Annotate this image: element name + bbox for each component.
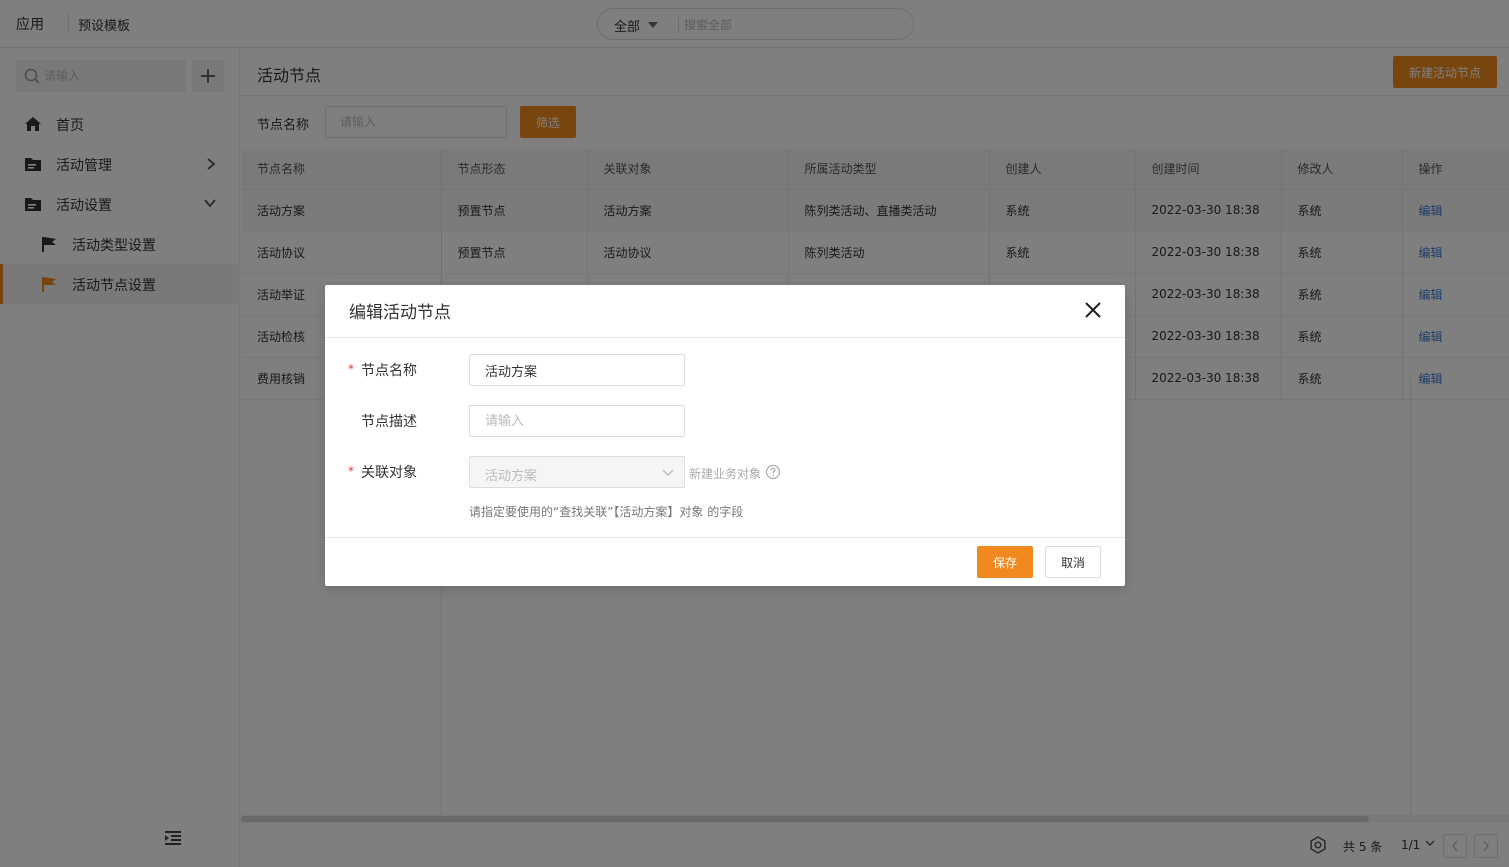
chevron-down-icon [662,469,674,476]
cancel-button[interactable]: 取消 [1045,546,1101,578]
required-marker: * [348,362,354,376]
dialog-header: 编辑活动节点 [325,285,1125,338]
field-label: 关联对象 [361,465,417,481]
node-name-input[interactable] [469,354,685,386]
dialog-title: 编辑活动节点 [349,303,451,323]
node-description-input[interactable] [469,405,685,437]
related-object-select[interactable]: 活动方案 [469,456,685,488]
required-marker: * [348,464,354,478]
select-value: 活动方案 [485,469,538,484]
dialog-footer: 保存 取消 [325,537,1125,586]
edit-node-dialog: 编辑活动节点 * 节点名称 节点描述 * 关联对象 活动方案 新建业务对象 请指… [325,285,1125,586]
field-hint: 请指定要使用的“查找关联”【活动方案】对象 的字段 [469,505,744,519]
close-icon[interactable] [1083,300,1103,320]
field-label: 节点描述 [361,414,417,430]
save-button[interactable]: 保存 [977,546,1033,578]
new-business-object-link[interactable]: 新建业务对象 [689,465,761,482]
field-label: 节点名称 [361,363,417,379]
help-icon[interactable] [765,464,781,480]
